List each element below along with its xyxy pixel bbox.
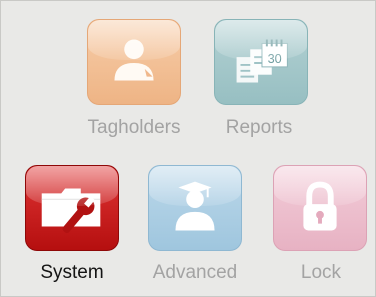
lock-button[interactable]: [273, 165, 367, 251]
user-icon: [114, 39, 154, 81]
reports-button[interactable]: 30: [214, 19, 308, 105]
tagholders-button[interactable]: [87, 19, 181, 105]
calendar-day-text: 30: [268, 52, 282, 66]
padlock-icon: [303, 181, 337, 231]
system-label[interactable]: System: [7, 262, 137, 284]
reports-label[interactable]: Reports: [194, 117, 324, 139]
advanced-button[interactable]: [148, 165, 242, 251]
lock-label[interactable]: Lock: [256, 262, 376, 284]
main-menu-panel: Tagholders 30 Reports System Advanced Lo…: [0, 0, 376, 297]
tagholders-label[interactable]: Tagholders: [69, 117, 199, 139]
folder-wrench-icon: [41, 188, 101, 234]
graduate-user-icon: [175, 181, 215, 231]
system-button[interactable]: [25, 165, 119, 251]
calendar-report-icon: 30: [236, 39, 288, 83]
advanced-label[interactable]: Advanced: [130, 262, 260, 284]
